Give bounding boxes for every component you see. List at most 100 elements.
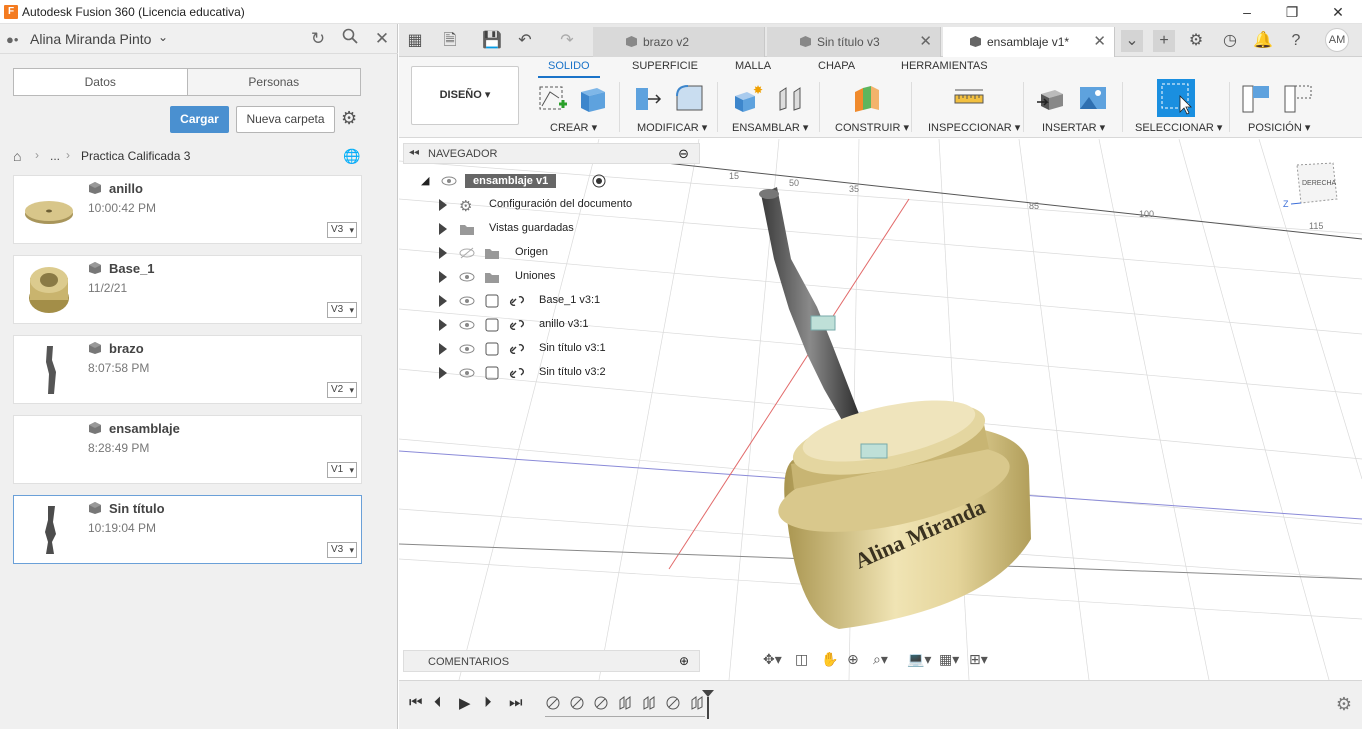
collapse-icon[interactable]: ◂◂	[409, 147, 419, 158]
go-to-start-icon[interactable]: ⏮	[409, 694, 423, 711]
joint-feature-icon[interactable]	[665, 695, 681, 711]
tab-chapa[interactable]: CHAPA	[818, 60, 855, 72]
file-card-sin-titulo[interactable]: Sin título 10:19:04 PM V3	[13, 495, 362, 564]
redo-icon[interactable]: ↷	[556, 30, 578, 52]
expand-icon[interactable]	[439, 247, 447, 259]
version-dropdown[interactable]: V3	[327, 222, 357, 238]
gear-icon[interactable]: ⚙	[341, 108, 357, 129]
tree-item-anillo[interactable]: anillo v3:1	[439, 315, 699, 335]
add-comment-icon[interactable]: ⊕	[679, 654, 689, 668]
visibility-eye-icon[interactable]	[459, 341, 475, 357]
expand-icon[interactable]	[439, 343, 447, 355]
tree-item-sin-titulo-2[interactable]: Sin título v3:2	[439, 363, 699, 383]
visibility-eye-icon[interactable]	[459, 365, 475, 381]
file-card-brazo[interactable]: brazo 8:07:58 PM V2	[13, 335, 362, 404]
refresh-icon[interactable]: ↻	[307, 28, 329, 50]
grid-menu-icon[interactable]: ▦	[404, 30, 426, 52]
expand-icon[interactable]	[439, 271, 447, 283]
user-name[interactable]: Alina Miranda Pinto	[30, 31, 151, 47]
arm-model[interactable]	[761, 187, 859, 429]
file-icon[interactable]: 🗎	[439, 30, 461, 52]
timeline-settings-icon[interactable]: ⚙	[1336, 694, 1352, 715]
view-cube[interactable]: DERECHA Z	[1283, 159, 1343, 215]
visibility-eye-icon[interactable]	[459, 317, 475, 333]
3d-canvas[interactable]: 15 50 35 85 100 115 Alina Miranda ◂◂ NAV…	[399, 139, 1362, 680]
orbit-icon[interactable]: ✥▾	[763, 651, 782, 668]
version-dropdown[interactable]: V3	[327, 542, 357, 558]
globe-icon[interactable]: 🌐	[343, 148, 360, 165]
tab-superficie[interactable]: SUPERFICIE	[632, 60, 698, 72]
tab-ensamblaje[interactable]: ensamblaje v1* ✕	[943, 27, 1115, 57]
minimize-button[interactable]: –	[1235, 2, 1259, 22]
save-icon[interactable]: 💾	[481, 30, 503, 52]
browser-panel-header[interactable]: ◂◂ NAVEGADOR ⊖	[403, 143, 700, 164]
joint-icon[interactable]	[774, 82, 806, 114]
close-tab-icon[interactable]: ✕	[1093, 32, 1106, 50]
tree-item-uniones[interactable]: Uniones	[439, 267, 699, 287]
new-sketch-icon[interactable]	[537, 82, 569, 114]
revert-position-icon[interactable]	[1283, 82, 1315, 114]
file-card-base1[interactable]: Base_1 11/2/21 V3	[13, 255, 362, 324]
visibility-eye-icon[interactable]	[441, 173, 457, 189]
press-pull-icon[interactable]	[632, 82, 664, 114]
group-insertar[interactable]: INSERTAR ▾	[1042, 121, 1105, 134]
extensions-icon[interactable]: ⚙	[1185, 30, 1207, 52]
display-settings-icon[interactable]: 💻▾	[907, 651, 931, 668]
timeline-marker[interactable]	[701, 689, 715, 719]
tab-herramientas[interactable]: HERRAMIENTAS	[901, 60, 988, 72]
expand-icon[interactable]	[439, 319, 447, 331]
step-forward-icon[interactable]: ⏵	[484, 694, 492, 711]
close-window-button[interactable]: ✕	[1326, 2, 1350, 22]
file-card-anillo[interactable]: anillo 10:00:42 PM V3	[13, 175, 362, 244]
expand-icon[interactable]	[439, 367, 447, 379]
tree-item-sin-titulo-1[interactable]: Sin título v3:1	[439, 339, 699, 359]
new-tab-icon[interactable]: +	[1153, 30, 1175, 52]
group-seleccionar[interactable]: SELECCIONAR ▾	[1135, 121, 1222, 134]
tab-datos[interactable]: Datos	[14, 69, 187, 95]
help-icon[interactable]: ?	[1285, 30, 1307, 52]
tree-root[interactable]: ◢ ensamblaje v1	[421, 171, 641, 191]
extrude-icon[interactable]	[577, 82, 609, 114]
tree-item-base1[interactable]: Base_1 v3:1	[439, 291, 699, 311]
tree-item-origen[interactable]: Origen	[439, 243, 699, 263]
group-crear[interactable]: CREAR ▾	[550, 121, 597, 134]
comments-panel[interactable]: COMENTARIOS ⊕	[403, 650, 700, 672]
activate-radio-icon[interactable]	[591, 173, 607, 189]
go-to-end-icon[interactable]: ⏭	[509, 694, 523, 711]
expand-icon[interactable]	[439, 295, 447, 307]
expand-icon[interactable]	[439, 199, 447, 211]
close-panel-icon[interactable]: ✕	[371, 28, 393, 50]
pan-icon[interactable]: ✋	[821, 651, 838, 668]
version-dropdown[interactable]: V3	[327, 302, 357, 318]
grid-settings-icon[interactable]: ▦▾	[939, 651, 959, 668]
tab-solido[interactable]: SOLIDO	[548, 60, 590, 72]
file-card-ensamblaje[interactable]: ensamblaje 8:28:49 PM V1	[13, 415, 362, 484]
new-component-icon[interactable]: ✸	[731, 82, 763, 114]
visibility-eye-icon[interactable]	[459, 293, 475, 309]
tab-malla[interactable]: MALLA	[735, 60, 771, 72]
play-icon[interactable]: ▶	[459, 694, 471, 712]
look-at-icon[interactable]: ◫	[795, 651, 808, 668]
offset-plane-icon[interactable]	[851, 82, 883, 114]
tab-brazo[interactable]: brazo v2	[593, 27, 765, 57]
hidden-eye-icon[interactable]	[459, 245, 475, 261]
minimize-browser-icon[interactable]: ⊖	[678, 146, 689, 162]
zoom-icon[interactable]: ⊕	[847, 651, 859, 668]
group-ensamblar[interactable]: ENSAMBLAR ▾	[732, 121, 808, 134]
measure-icon[interactable]	[953, 82, 985, 114]
version-dropdown[interactable]: V1	[327, 462, 357, 478]
rigid-joint-icon[interactable]	[641, 695, 657, 711]
joint-feature-icon[interactable]	[569, 695, 585, 711]
workspace-dropdown[interactable]: DISEÑO ▾	[411, 66, 519, 125]
home-icon[interactable]: ⌂	[13, 148, 21, 164]
search-icon[interactable]	[339, 28, 361, 50]
breadcrumb-ellipsis[interactable]: ...	[50, 149, 60, 163]
expand-icon[interactable]	[439, 223, 447, 235]
maximize-button[interactable]: ❐	[1280, 2, 1304, 22]
group-modificar[interactable]: MODIFICAR ▾	[637, 121, 707, 134]
select-icon[interactable]	[1156, 78, 1196, 118]
group-inspeccionar[interactable]: INSPECCIONAR ▾	[928, 121, 1020, 134]
tree-item-config[interactable]: ⚙ Configuración del documento	[439, 195, 699, 215]
tab-overflow-icon[interactable]: ⌄	[1121, 30, 1143, 52]
rigid-joint-icon[interactable]	[617, 695, 633, 711]
